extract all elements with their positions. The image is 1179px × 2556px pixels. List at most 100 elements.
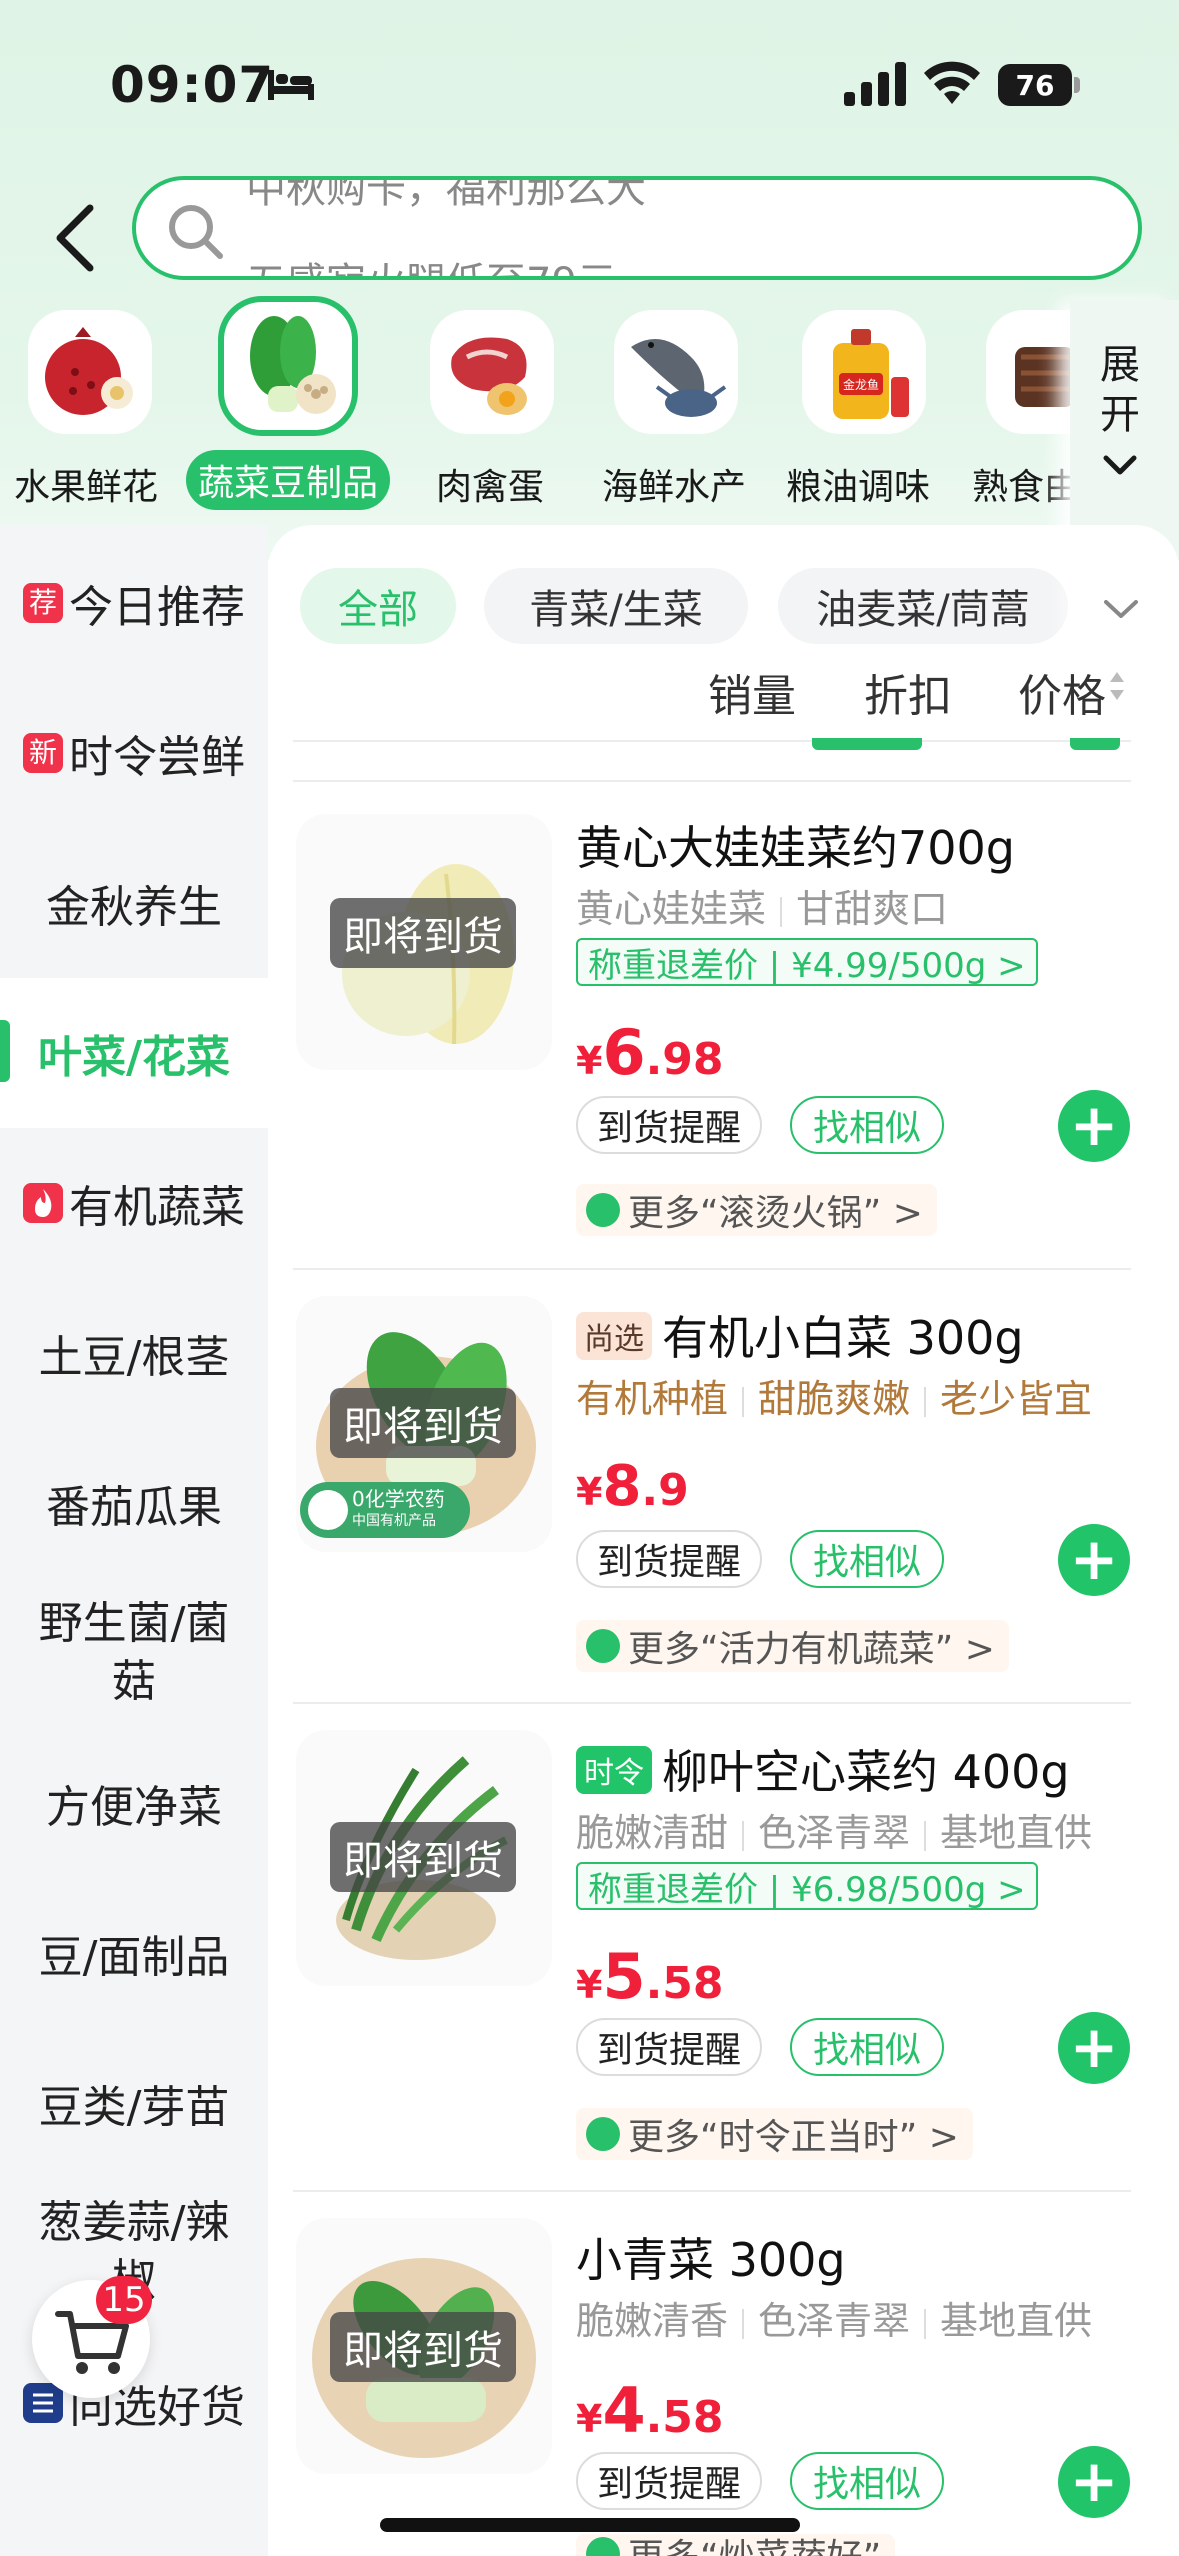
new-tag: 新 xyxy=(23,733,63,773)
bokchoy-image xyxy=(218,296,358,436)
product-price: ¥8.9 xyxy=(576,1454,689,1519)
category-deli[interactable]: 熟食由 xyxy=(958,290,1070,520)
coming-soon-badge: 即将到货 xyxy=(330,2312,516,2382)
pomegranate-image xyxy=(28,310,152,434)
category-vegetable-tofu[interactable]: 蔬菜豆制品 xyxy=(186,290,391,520)
expand-categories-button[interactable]: 展开 xyxy=(1070,300,1179,560)
search-placeholder-prev: 中秋购卡，福利那么大 xyxy=(246,176,646,212)
sort-arrows-icon xyxy=(1110,672,1124,700)
chip-all[interactable]: 全部 xyxy=(300,568,456,644)
sidebar-item-leafy-greens[interactable]: 叶菜/花菜 xyxy=(0,978,268,1128)
search-placeholder-next: 五感寂火腿低至79元 xyxy=(246,250,617,276)
arrival-reminder-button[interactable]: 到货提醒 xyxy=(576,2018,762,2076)
sort-sales[interactable]: 销量 xyxy=(708,660,796,724)
sidebar-item-autumn-health[interactable]: 金秋养生 xyxy=(0,828,268,978)
product-title[interactable]: 尚选 有机小白菜 300g xyxy=(576,1302,1024,1368)
deli-image xyxy=(986,310,1070,434)
sleep-focus-icon xyxy=(268,70,314,100)
sidebar-item-tomato-melon[interactable]: 番茄瓜果 xyxy=(0,1428,268,1578)
category-row: 水果鲜花 蔬菜豆制品 肉禽蛋 海鲜水产 金龙鱼 粮油调味 熟食由 xyxy=(0,290,1070,520)
product-tag: 脆嫩清甜 xyxy=(576,1811,729,1855)
weigh-refund-tag[interactable]: 称重退差价 | ¥6.98/500g > xyxy=(576,1862,1038,1910)
more-collection-link[interactable]: 更多“炒菜蔬好” xyxy=(576,2534,896,2556)
sidebar-item-seasonal[interactable]: 新时令尝鲜 xyxy=(0,678,268,828)
add-to-cart-button[interactable]: + xyxy=(1058,1090,1130,1162)
sidebar-item-bean-noodle[interactable]: 豆/面制品 xyxy=(0,1878,268,2028)
product-tag: 色泽青翠 xyxy=(758,2299,911,2343)
more-collection-link[interactable]: 更多“时令正当时” > xyxy=(576,2108,973,2160)
find-similar-button[interactable]: 找相似 xyxy=(790,2452,944,2510)
sidebar-item-mushroom[interactable]: 野生菌/菌菇 xyxy=(0,1578,268,1728)
sidebar-item-organic[interactable]: 有机蔬菜 xyxy=(0,1128,268,1278)
expand-label: 展开 xyxy=(1100,342,1140,438)
product-title-text: 有机小白菜 300g xyxy=(662,1311,1024,1365)
sort-price[interactable]: 价格 xyxy=(1018,660,1106,724)
selected-filter-indicator xyxy=(812,738,922,750)
chip-greens-lettuce[interactable]: 青菜/生菜 xyxy=(484,568,748,644)
add-to-cart-button[interactable]: + xyxy=(1058,1524,1130,1596)
add-to-cart-button[interactable]: + xyxy=(1058,2446,1130,2518)
category-grain-oil[interactable]: 金龙鱼 粮油调味 xyxy=(774,290,954,520)
more-collection-link[interactable]: 更多“滚烫火锅” > xyxy=(576,1184,937,1236)
sidebar-item-today-recommend[interactable]: 荐今日推荐 xyxy=(0,528,268,678)
meat-image xyxy=(430,310,554,434)
chevron-down-icon[interactable] xyxy=(1098,592,1144,624)
product-title[interactable]: 小青菜 300g xyxy=(576,2224,846,2290)
sort-discount[interactable]: 折扣 xyxy=(864,660,952,724)
basket-icon xyxy=(586,2117,620,2151)
arrival-reminder-button[interactable]: 到货提醒 xyxy=(576,2452,762,2510)
category-meat-egg[interactable]: 肉禽蛋 xyxy=(406,290,586,520)
sidebar-item-label: 野生菌/菌菇 xyxy=(38,1598,230,1707)
product-tag: 基地直供 xyxy=(940,1811,1093,1855)
sidebar-item-label: 叶菜/花菜 xyxy=(37,1032,231,1083)
oil-image: 金龙鱼 xyxy=(802,310,926,434)
organic-badge-title: 0化学农药 xyxy=(352,1487,445,1511)
product-tag: 黄心娃娃菜 xyxy=(576,887,767,931)
svg-text:金龙鱼: 金龙鱼 xyxy=(843,377,879,392)
sidebar-item-potato-root[interactable]: 土豆/根茎 xyxy=(0,1278,268,1428)
product-tag: 色泽青翠 xyxy=(758,1811,911,1855)
sidebar-item-label: 有机蔬菜 xyxy=(69,1182,245,1233)
home-indicator[interactable] xyxy=(380,2518,800,2532)
product-title[interactable]: 时令 柳叶空心菜约 400g xyxy=(576,1736,1070,1802)
shangxuan-badge: 尚选 xyxy=(576,1311,652,1360)
sidebar-item-prepared-veg[interactable]: 方便净菜 xyxy=(0,1728,268,1878)
find-similar-button[interactable]: 找相似 xyxy=(790,1530,944,1588)
arrival-reminder-button[interactable]: 到货提醒 xyxy=(576,1530,762,1588)
product-tags: 黄心娃娃菜 甘甜爽口 xyxy=(576,878,948,933)
battery-level: 76 xyxy=(998,64,1072,106)
status-time: 09:07 xyxy=(110,56,275,114)
product-tag: 基地直供 xyxy=(940,2299,1093,2343)
coming-soon-badge: 即将到货 xyxy=(330,898,516,968)
basket-icon xyxy=(586,2537,620,2556)
find-similar-button[interactable]: 找相似 xyxy=(790,1096,944,1154)
coming-soon-badge: 即将到货 xyxy=(330,1822,516,1892)
search-input[interactable]: 中秋购卡，福利那么大 五感寂火腿低至79元 xyxy=(132,176,1142,280)
weigh-refund-tag[interactable]: 称重退差价 | ¥4.99/500g > xyxy=(576,938,1038,986)
product-tag: 甘甜爽口 xyxy=(796,887,949,931)
sidebar-item-label: 时令尝鲜 xyxy=(69,732,245,783)
back-arrow-icon[interactable] xyxy=(50,200,100,276)
arrival-reminder-button[interactable]: 到货提醒 xyxy=(576,1096,762,1154)
category-label: 粮油调味 xyxy=(786,467,931,508)
product-tag: 甜脆爽嫩 xyxy=(758,1377,911,1421)
add-to-cart-button[interactable]: + xyxy=(1058,2012,1130,2084)
more-collection-label: 更多“活力有机蔬菜” > xyxy=(628,1629,995,1670)
category-seafood[interactable]: 海鲜水产 xyxy=(590,290,770,520)
product-price: ¥6.98 xyxy=(576,1016,724,1089)
find-similar-button[interactable]: 找相似 xyxy=(790,2018,944,2076)
product-tags: 脆嫩清甜 色泽青翠 基地直供 xyxy=(576,1802,1092,1857)
sidebar-item-sprouts[interactable]: 豆类/芽苗 xyxy=(0,2028,268,2178)
coming-soon-badge: 即将到货 xyxy=(330,1388,516,1458)
sidebar-item-label: 今日推荐 xyxy=(69,582,245,633)
product-price: ¥4.58 xyxy=(576,2374,724,2447)
product-price: ¥5.58 xyxy=(576,1940,724,2013)
sidebar-item-label: 豆类/芽苗 xyxy=(38,2082,230,2133)
product-title[interactable]: 黄心大娃娃菜约700g xyxy=(576,812,1015,878)
cart-count-badge: 15 xyxy=(96,2276,152,2324)
more-collection-link[interactable]: 更多“活力有机蔬菜” > xyxy=(576,1620,1009,1672)
chip-youmai-tonghao[interactable]: 油麦菜/茼蒿 xyxy=(778,568,1068,644)
recommend-tag: 荐 xyxy=(23,583,63,623)
category-fruit-flower[interactable]: 水果鲜花 xyxy=(0,290,180,520)
basket-icon xyxy=(586,1193,620,1227)
